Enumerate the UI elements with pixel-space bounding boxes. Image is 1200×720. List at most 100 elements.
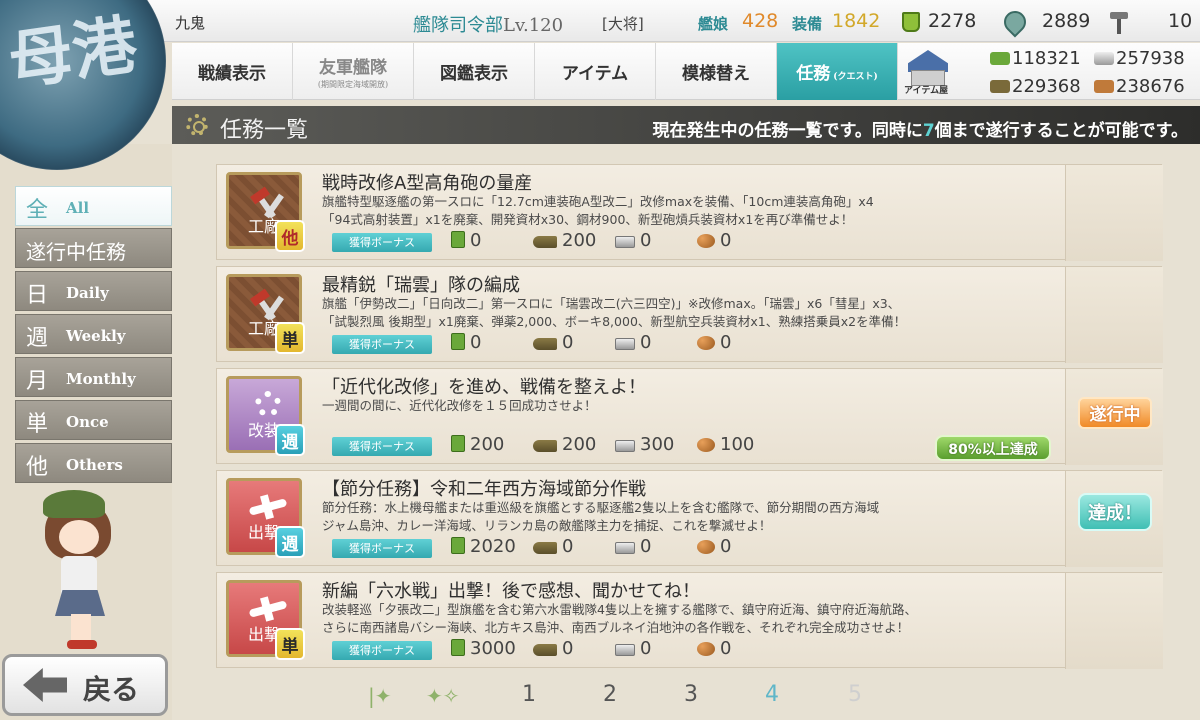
- materials-panel: 118321 257938 229368 238676: [984, 43, 1200, 100]
- reward-ammo: 0: [533, 536, 573, 557]
- reward-fuel: 0: [451, 332, 481, 353]
- ship-count: 428: [742, 10, 779, 32]
- quest-description: 改装軽巡「夕張改二」型旗艦を含む第六水雷戦隊4隻以上を擁する艦隊で、鎮守府近海、…: [322, 602, 917, 635]
- dev-material-icon: [999, 6, 1031, 38]
- pagination: |✦ ✦✧ 1 2 3 4 5: [368, 680, 888, 712]
- page-title: 任務一覧: [220, 118, 309, 143]
- shop-icon: [908, 50, 948, 72]
- steel-icon: [615, 542, 635, 554]
- quest-item[interactable]: 工廠 他 戦時改修A型高角砲の量産 旗艦特型駆逐艦の第一スロに「12.7cm連装…: [216, 164, 1163, 261]
- quest-title: 【節分任務】令和二年西方海域節分作戦: [322, 479, 646, 500]
- page-1[interactable]: 1: [522, 682, 536, 707]
- quest-title: 「近代化改修」を進め、戦備を整えよ！: [322, 377, 646, 398]
- status-ongoing-badge[interactable]: 遂行中: [1078, 397, 1152, 429]
- bauxite-amount: 238676: [1094, 76, 1185, 97]
- ship-count-label: 艦娘: [698, 15, 729, 33]
- fuel-icon: [451, 231, 465, 248]
- reward-fuel: 200: [451, 434, 504, 455]
- admiral-name: 九鬼: [175, 14, 206, 32]
- hq-level: 艦隊司令部Lv.120: [413, 15, 564, 36]
- reward-ammo: 0: [533, 332, 573, 353]
- fuel-icon: [451, 333, 465, 350]
- emblem-label: 母港: [4, 7, 142, 100]
- nav-items[interactable]: アイテム: [535, 43, 656, 100]
- screw-count: 10: [1168, 10, 1193, 32]
- page-description: 現在発生中の任務一覧です。同時に7個まで遂行することが可能です。: [652, 121, 1188, 141]
- top-nav: 戦績表示 友軍艦隊 (期間限定海域開放) 図鑑表示 アイテム 模様替え 任務 (クエ…: [172, 43, 900, 100]
- top-bar: 九鬼 艦隊司令部Lv.120 [大将] 艦娘 428 装備 1842 2278 …: [0, 0, 1200, 42]
- gear-icon: [249, 389, 283, 419]
- quest-item[interactable]: 改装 週 「近代化改修」を進め、戦備を整えよ！ 一週間の間に、近代化改修を１５回…: [216, 368, 1163, 465]
- reward-steel: 300: [615, 434, 674, 455]
- bonus-tag: 獲得ボーナス: [332, 233, 432, 252]
- steel-icon: [615, 644, 635, 656]
- nav-record[interactable]: 戦績表示: [172, 43, 293, 100]
- steel-icon: [1094, 52, 1114, 65]
- reward-bauxite: 0: [697, 230, 731, 251]
- equip-count: 1842: [832, 10, 881, 32]
- quest-description: 節分任務：水上機母艦または重巡級を旗艦とする駆逐艦2隻以上を含む艦隊で、節分期間…: [322, 500, 880, 533]
- reward-steel: 0: [615, 536, 651, 557]
- secretary-ship-figure: [35, 490, 125, 650]
- quest-item[interactable]: 出撃 単 新編「六水戦」出撃！後で感想、聞かせてね！ 改装軽巡「夕張改二」型旗艦…: [216, 572, 1163, 669]
- nav-quest[interactable]: 任務 (クエスト): [777, 43, 898, 100]
- status-complete-badge[interactable]: 達成！: [1078, 493, 1152, 531]
- page-4-current[interactable]: 4: [765, 682, 779, 707]
- quest-item[interactable]: 工廠 単 最精鋭「瑞雲」隊の編成 旗艦「伊勢改二」「日向改二」第一スロに「瑞雲改…: [216, 266, 1163, 363]
- quest-item[interactable]: 出撃 週 【節分任務】令和二年西方海域節分作戦 節分任務：水上機母艦または重巡級…: [216, 470, 1163, 567]
- fuel-icon: [451, 537, 465, 554]
- hammer-icon: [249, 287, 284, 321]
- bauxite-icon: [697, 642, 715, 656]
- admiral-rank: [大将]: [602, 15, 644, 33]
- ammo-icon: [533, 542, 557, 554]
- quest-title: 新編「六水戦」出撃！後で感想、聞かせてね！: [322, 581, 700, 602]
- quest-status-slot: 遂行中: [1065, 369, 1163, 465]
- nav-library[interactable]: 図鑑表示: [414, 43, 535, 100]
- gear-icon: [186, 114, 208, 136]
- filter-all[interactable]: 全 All: [15, 186, 172, 226]
- plane-icon: [248, 593, 288, 623]
- page-2[interactable]: 2: [603, 682, 617, 707]
- back-label: 戻る: [83, 673, 140, 706]
- item-shop-button[interactable]: アイテム屋: [900, 43, 984, 100]
- bucket-icon: [902, 12, 920, 32]
- reward-fuel: 0: [451, 230, 481, 251]
- equip-count-label: 装備: [792, 15, 823, 33]
- page-3[interactable]: 3: [684, 682, 698, 707]
- reward-fuel: 2020: [451, 536, 516, 557]
- ammo-icon: [990, 80, 1010, 93]
- reward-ammo: 200: [533, 230, 596, 251]
- filter-monthly[interactable]: 月 Monthly: [15, 357, 172, 397]
- filter-weekly[interactable]: 週 Weekly: [15, 314, 172, 354]
- reward-bauxite: 0: [697, 638, 731, 659]
- steel-icon: [615, 236, 635, 248]
- quest-status-slot: [1065, 267, 1163, 363]
- quest-type-badge: 週: [275, 526, 305, 558]
- filter-daily[interactable]: 日 Daily: [15, 271, 172, 311]
- quest-type-badge: 他: [275, 220, 305, 252]
- nav-friend-fleet[interactable]: 友軍艦隊 (期間限定海域開放): [293, 43, 414, 100]
- filter-others[interactable]: 他 Others: [15, 443, 172, 483]
- ammo-icon: [533, 236, 557, 248]
- reward-steel: 0: [615, 638, 651, 659]
- filter-once[interactable]: 単 Once: [15, 400, 172, 440]
- back-arrow-icon: [23, 668, 67, 702]
- reward-bauxite: 0: [697, 332, 731, 353]
- ammo-amount: 229368: [990, 76, 1081, 97]
- first-page-icon[interactable]: |✦: [368, 684, 392, 708]
- steel-icon: [615, 338, 635, 350]
- reward-bauxite: 100: [697, 434, 754, 455]
- reward-steel: 0: [615, 230, 651, 251]
- nav-furniture[interactable]: 模様替え: [656, 43, 777, 100]
- screw-icon: [1110, 12, 1128, 34]
- quest-title: 最精鋭「瑞雲」隊の編成: [322, 275, 520, 296]
- bauxite-icon: [697, 336, 715, 350]
- prev-page-icon[interactable]: ✦✧: [426, 684, 460, 708]
- reward-ammo: 0: [533, 638, 573, 659]
- back-button[interactable]: 戻る: [2, 654, 168, 716]
- plane-icon: [248, 491, 288, 521]
- quest-type-badge: 単: [275, 628, 305, 660]
- filter-in-progress[interactable]: 遂行中任務: [15, 228, 172, 268]
- steel-icon: [615, 440, 635, 452]
- bauxite-icon: [1094, 80, 1114, 93]
